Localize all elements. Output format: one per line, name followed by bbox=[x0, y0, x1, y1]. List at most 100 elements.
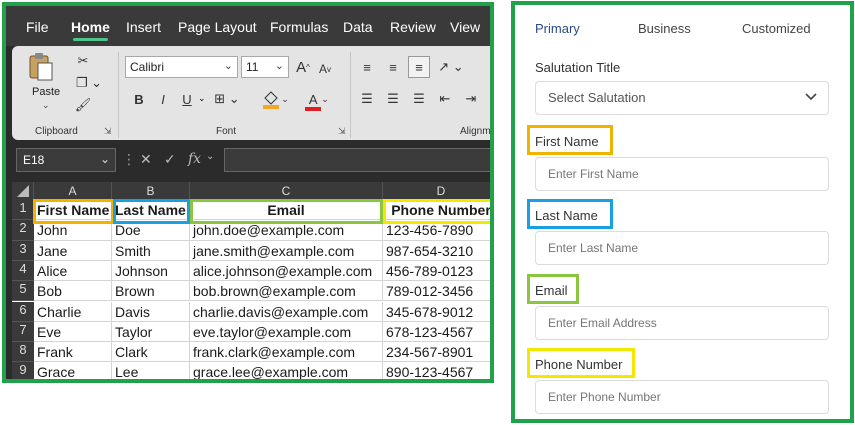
row-header[interactable]: 8 bbox=[12, 342, 34, 363]
cancel-icon[interactable]: ✕ bbox=[140, 151, 152, 168]
header-cell[interactable]: First Name bbox=[34, 200, 112, 221]
header-cell[interactable]: Last Name bbox=[112, 200, 190, 221]
row-header[interactable]: 1 bbox=[12, 200, 34, 221]
menu-home[interactable]: Home bbox=[71, 19, 110, 41]
table-cell[interactable]: 987-654-3210 bbox=[383, 241, 490, 261]
table-cell[interactable]: John bbox=[34, 220, 112, 241]
row-header[interactable]: 9 bbox=[12, 362, 34, 379]
menu-view[interactable]: View bbox=[450, 19, 480, 35]
menu-insert[interactable]: Insert bbox=[126, 19, 161, 35]
menu-formulas[interactable]: Formulas bbox=[270, 19, 328, 35]
menu-page-layout[interactable]: Page Layout bbox=[178, 19, 257, 35]
row-header[interactable]: 6 bbox=[12, 301, 34, 322]
table-cell[interactable]: eve.taylor@example.com bbox=[190, 321, 383, 343]
table-cell[interactable]: Brown bbox=[112, 281, 190, 302]
row-header[interactable]: 5 bbox=[12, 281, 34, 302]
table-cell[interactable]: john.doe@example.com bbox=[190, 220, 383, 241]
table-cell[interactable]: Johnson bbox=[112, 260, 190, 282]
increase-indent-icon[interactable]: ⇥ bbox=[462, 90, 480, 108]
underline-button[interactable]: U bbox=[178, 90, 196, 108]
table-cell[interactable]: grace.lee@example.com bbox=[190, 362, 383, 379]
font-size-select[interactable]: 11 ⌄ bbox=[241, 56, 289, 78]
table-cell[interactable]: Clark bbox=[112, 342, 190, 363]
table-cell[interactable]: Davis bbox=[112, 301, 190, 322]
confirm-icon[interactable]: ✓ bbox=[164, 151, 176, 168]
chevron-down-icon[interactable]: ⌄ bbox=[206, 151, 214, 162]
table-cell[interactable]: jane.smith@example.com bbox=[190, 240, 383, 261]
table-cell[interactable]: Alice bbox=[34, 260, 112, 282]
grow-font-button[interactable]: A ^ bbox=[293, 56, 313, 78]
table-cell[interactable]: Smith bbox=[112, 240, 190, 261]
table-cell[interactable]: bob.brown@example.com bbox=[190, 281, 383, 302]
table-cell[interactable]: Taylor bbox=[112, 321, 190, 343]
header-cell[interactable]: Phone Number bbox=[383, 200, 490, 221]
align-right-icon[interactable]: ☰ bbox=[410, 90, 428, 108]
dialog-launcher-icon[interactable]: ⇲ bbox=[338, 126, 346, 137]
tab-business[interactable]: Business bbox=[638, 21, 691, 36]
table-cell[interactable]: Frank bbox=[34, 342, 112, 363]
formula-input[interactable] bbox=[224, 148, 490, 172]
table-cell[interactable]: Grace bbox=[34, 362, 112, 379]
table-cell[interactable]: 890-123-4567 bbox=[383, 362, 490, 379]
align-top-icon[interactable]: ≡ bbox=[358, 58, 376, 76]
decrease-indent-icon[interactable]: ⇤ bbox=[436, 90, 454, 108]
table-cell[interactable]: frank.clark@example.com bbox=[190, 342, 383, 363]
paste-label[interactable]: Paste bbox=[32, 86, 60, 98]
font-color-icon[interactable]: A ⌄ bbox=[300, 88, 334, 111]
menu-review[interactable]: Review bbox=[390, 19, 436, 35]
row-header[interactable]: 7 bbox=[12, 321, 34, 343]
borders-icon[interactable]: ⊞ ⌄ bbox=[212, 90, 242, 108]
column-header-b[interactable]: B bbox=[112, 182, 190, 200]
table-cell[interactable]: 345-678-9012 bbox=[383, 302, 490, 322]
italic-button[interactable]: I bbox=[154, 90, 172, 108]
header-cell[interactable]: Email bbox=[190, 200, 383, 221]
more-options-icon[interactable]: ⋮ bbox=[122, 151, 136, 168]
table-cell[interactable]: Jane bbox=[34, 240, 112, 261]
column-header-c[interactable]: C bbox=[190, 182, 383, 200]
select-all-corner[interactable] bbox=[12, 182, 34, 200]
table-cell[interactable]: 123-456-7890 bbox=[383, 220, 490, 241]
table-cell[interactable]: 789-012-3456 bbox=[383, 281, 490, 302]
table-cell[interactable]: charlie.davis@example.com bbox=[190, 301, 383, 322]
dialog-launcher-icon[interactable]: ⇲ bbox=[104, 126, 112, 137]
align-center-icon[interactable]: ☰ bbox=[384, 90, 402, 108]
name-box[interactable]: E18 ⌄ bbox=[16, 148, 116, 172]
row-header[interactable]: 4 bbox=[12, 260, 34, 282]
paste-icon[interactable] bbox=[26, 52, 56, 82]
align-middle-icon[interactable]: ≡ bbox=[384, 58, 402, 76]
chevron-down-icon[interactable]: ⌄ bbox=[198, 93, 206, 104]
tab-customized[interactable]: Customized bbox=[742, 21, 811, 36]
font-name-select[interactable]: Calibri ⌄ bbox=[125, 56, 238, 78]
first-name-input[interactable] bbox=[535, 157, 829, 191]
table-cell[interactable]: alice.johnson@example.com bbox=[190, 260, 383, 282]
table-cell[interactable]: 234-567-8901 bbox=[383, 342, 490, 363]
tab-primary[interactable]: Primary bbox=[535, 21, 580, 36]
align-left-icon[interactable]: ☰ bbox=[358, 90, 376, 108]
email-input[interactable] bbox=[535, 306, 829, 340]
phone-input[interactable] bbox=[535, 380, 829, 414]
shrink-font-button[interactable]: Av bbox=[315, 58, 335, 80]
align-bottom-icon[interactable]: ≡ bbox=[408, 56, 430, 78]
function-icon[interactable]: fx bbox=[188, 151, 201, 167]
cut-icon[interactable]: ✂ bbox=[74, 52, 92, 70]
paste-dropdown-icon[interactable]: ⌄ bbox=[42, 100, 50, 111]
column-header-d[interactable]: D bbox=[383, 182, 490, 200]
table-cell[interactable]: 456-789-0123 bbox=[383, 261, 490, 282]
fill-color-icon[interactable]: ⌄ bbox=[258, 88, 292, 110]
table-cell[interactable]: 678-123-4567 bbox=[383, 322, 490, 343]
row-header[interactable]: 2 bbox=[12, 220, 34, 241]
last-name-input[interactable] bbox=[535, 231, 829, 265]
table-cell[interactable]: Bob bbox=[34, 281, 112, 302]
row-header[interactable]: 3 bbox=[12, 240, 34, 261]
menu-file[interactable]: File bbox=[26, 19, 49, 35]
table-cell[interactable]: Lee bbox=[112, 362, 190, 379]
copy-icon[interactable]: ❐ ⌄ bbox=[74, 74, 104, 92]
bold-button[interactable]: B bbox=[130, 90, 148, 108]
salutation-select[interactable]: Select Salutation bbox=[535, 81, 829, 115]
column-header-a[interactable]: A bbox=[34, 182, 112, 200]
table-cell[interactable]: Doe bbox=[112, 220, 190, 241]
format-painter-icon[interactable]: 🖌 bbox=[74, 96, 92, 114]
orientation-icon[interactable]: ↗ ⌄ bbox=[436, 58, 466, 76]
table-cell[interactable]: Charlie bbox=[34, 301, 112, 322]
menu-data[interactable]: Data bbox=[343, 19, 373, 35]
